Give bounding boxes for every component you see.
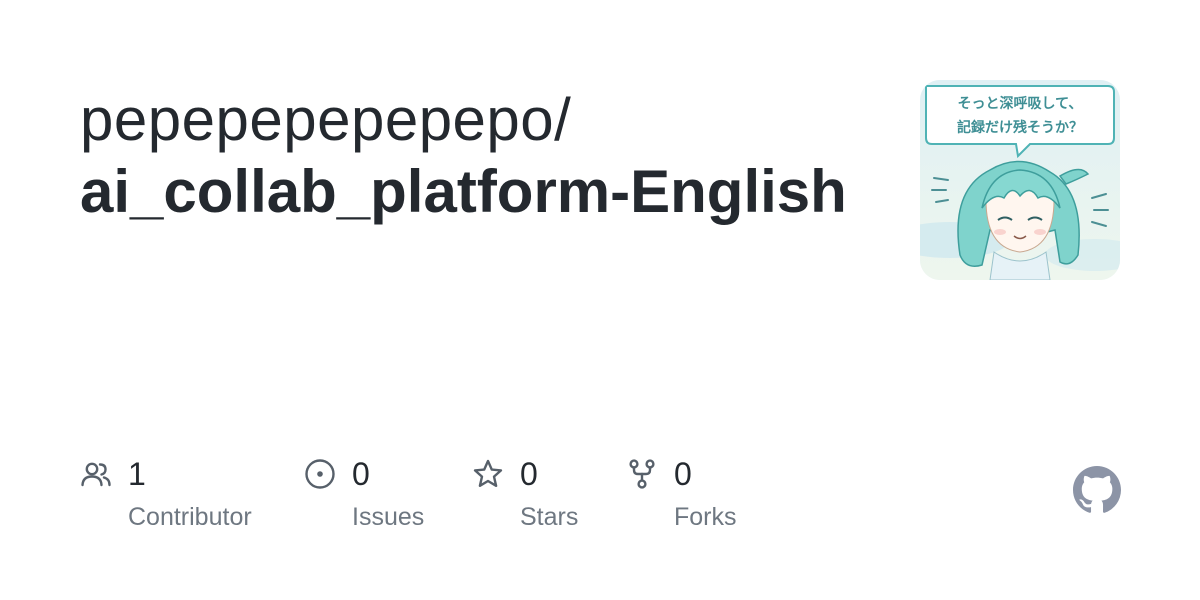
people-icon <box>81 462 111 487</box>
repo-name[interactable]: ai_collab_platform-English <box>80 156 880 228</box>
stars-count: 0 <box>520 456 538 492</box>
speech-line-2: 記録だけ残そうか？ <box>957 119 1083 136</box>
fork-icon <box>629 459 655 489</box>
star-icon <box>473 459 503 487</box>
issues-label: Issues <box>352 503 425 531</box>
contributors-label: Contributor <box>128 503 252 531</box>
speech-line-1: そっと深呼吸して、 <box>958 95 1083 112</box>
avatar-illustration: そっと深呼吸して、 記録だけ残そうか？ <box>920 80 1120 280</box>
issue-icon <box>305 459 335 489</box>
forks-label: Forks <box>674 503 737 531</box>
github-logo-icon[interactable] <box>1073 466 1121 514</box>
owner-avatar[interactable]: そっと深呼吸して、 記録だけ残そうか？ <box>920 80 1120 280</box>
repo-title: pepepepepepepo/ ai_collab_platform-Engli… <box>80 84 880 228</box>
repo-owner[interactable]: pepepepepepepo/ <box>80 84 880 156</box>
forks-count: 0 <box>674 456 692 492</box>
stars-label: Stars <box>520 503 579 531</box>
issues-count: 0 <box>352 456 370 492</box>
contributors-count: 1 <box>128 456 146 492</box>
